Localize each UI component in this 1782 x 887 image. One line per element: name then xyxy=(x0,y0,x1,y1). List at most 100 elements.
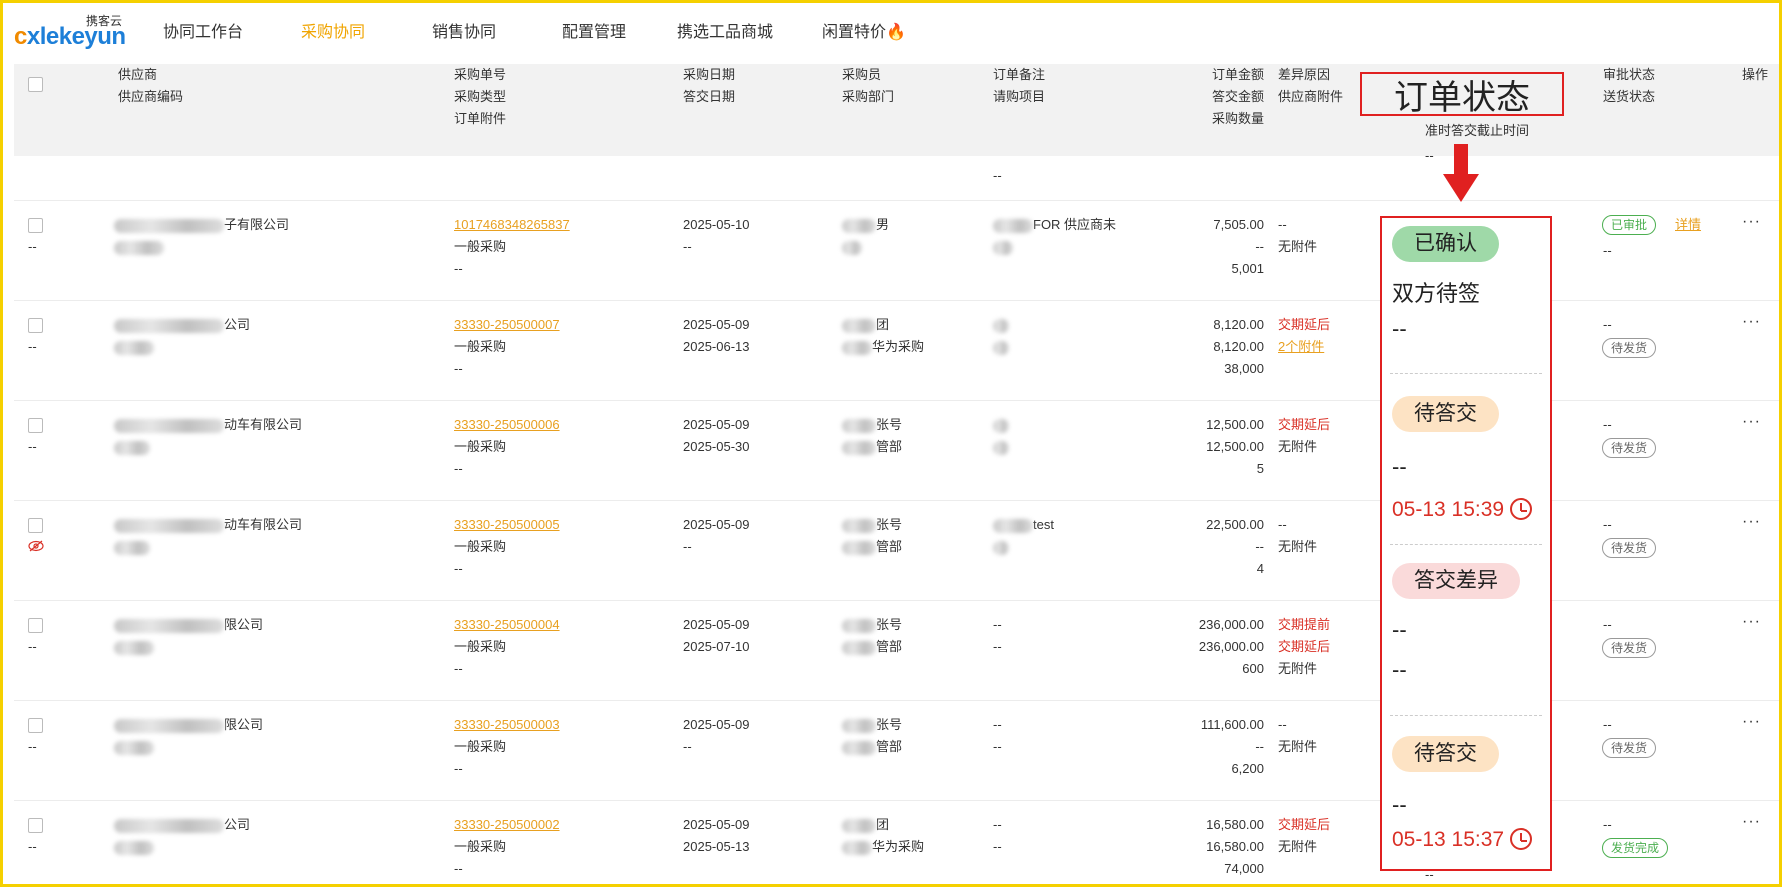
po-number-link[interactable]: 33330-250500004 xyxy=(454,614,560,636)
row-checkbox[interactable] xyxy=(28,418,43,433)
purchase-qty: 600 xyxy=(1242,661,1264,676)
supplier-code: -- xyxy=(28,439,37,454)
po-number-link[interactable]: 33330-250500002 xyxy=(454,814,560,836)
reply-date: 2025-07-10 xyxy=(683,639,750,654)
th-amount: 订单金额 答交金额 采购数量 xyxy=(1211,67,1264,126)
order-status-header: 订单状态 xyxy=(1360,72,1564,117)
nav-workbench[interactable]: 协同工作台 xyxy=(163,18,243,42)
buyer: 张号 xyxy=(842,514,902,536)
po-attachment: -- xyxy=(454,561,463,576)
buyer: 张号 xyxy=(842,714,902,736)
more-icon[interactable]: ··· xyxy=(1742,313,1761,331)
row-checkbox[interactable] xyxy=(28,218,43,233)
po-number-link[interactable]: 33330-250500006 xyxy=(454,414,560,436)
remark-blur xyxy=(993,414,1009,436)
more-icon[interactable]: ··· xyxy=(1742,413,1761,431)
supplier-attachment-link[interactable]: 2个附件 xyxy=(1278,336,1324,358)
reply-date: -- xyxy=(683,739,692,754)
th-diff: 差异原因 供应商附件 xyxy=(1278,67,1344,104)
purchase-qty: 6,200 xyxy=(1231,761,1264,776)
th-po: 采购单号 采购类型 订单附件 xyxy=(454,67,507,126)
supplier-code: -- xyxy=(28,739,37,754)
status-line: 双方待签 xyxy=(1392,281,1481,306)
po-type: 一般采购 xyxy=(454,439,507,454)
nav-idle-deals[interactable]: 闲置特价🔥 xyxy=(822,18,906,42)
supplier-code-blur xyxy=(114,836,154,858)
row-checkbox[interactable] xyxy=(28,718,43,733)
po-type: 一般采购 xyxy=(454,639,507,654)
nav-purchase[interactable]: 采购协同 xyxy=(301,18,365,42)
more-icon[interactable]: ··· xyxy=(1742,613,1761,631)
status-line: -- xyxy=(1392,792,1407,817)
order-amount: 22,500.00 xyxy=(1206,517,1264,532)
row-checkbox[interactable] xyxy=(28,318,43,333)
row-checkbox[interactable] xyxy=(28,518,43,533)
approval-status: -- xyxy=(1603,617,1612,632)
supplier-name: 子有限公司 xyxy=(114,214,289,236)
delivery-status: -- xyxy=(1603,243,1612,258)
approval-status: -- xyxy=(1603,317,1612,332)
remark: -- xyxy=(993,617,1002,632)
delivery-badge: 发货完成 xyxy=(1602,838,1669,858)
project: -- xyxy=(993,839,1002,854)
delivery-badge: 待发货 xyxy=(1602,638,1657,658)
detail-link[interactable]: 详情 xyxy=(1675,214,1701,236)
status-line: -- xyxy=(1392,657,1407,682)
status-pill: 答交差异 xyxy=(1392,563,1520,599)
po-attachment: -- xyxy=(454,661,463,676)
th-date: 采购日期 答交日期 xyxy=(683,67,736,104)
th-remark: 订单备注 请购项目 xyxy=(993,67,1046,104)
supplier-name: 动车有限公司 xyxy=(114,414,302,436)
more-icon[interactable]: ··· xyxy=(1742,813,1761,831)
status-pill: 待答交 xyxy=(1392,736,1499,772)
po-date: 2025-05-09 xyxy=(683,417,750,432)
dept: 华为采购 xyxy=(842,336,924,358)
po-date: 2025-05-09 xyxy=(683,817,750,832)
po-number-link[interactable]: 33330-250500007 xyxy=(454,314,560,336)
supplier-name: 公司 xyxy=(114,814,250,836)
supplier-name: 公司 xyxy=(114,314,250,336)
remark: FOR 供应商未 xyxy=(993,214,1116,236)
row-checkbox[interactable] xyxy=(28,818,43,833)
approval-status: -- xyxy=(1603,517,1612,532)
status-segment: 已确认 双方待签 -- xyxy=(1382,218,1550,373)
diff-reason: 交期延后 xyxy=(1278,817,1331,832)
delivery-badge: 待发货 xyxy=(1602,538,1657,558)
th-buyer: 采购员 采购部门 xyxy=(842,67,895,104)
supplier-name: 限公司 xyxy=(114,714,263,736)
nav-mall[interactable]: 携选工品商城 xyxy=(677,18,773,42)
select-all-checkbox[interactable] xyxy=(28,77,43,92)
nav-config[interactable]: 配置管理 xyxy=(562,18,626,42)
project: -- xyxy=(993,639,1002,654)
supplier-code: -- xyxy=(28,239,37,254)
dept: 管部 xyxy=(842,536,902,558)
reply-amount: -- xyxy=(1255,239,1264,254)
reply-date: 2025-05-13 xyxy=(683,839,750,854)
supplier-name: 限公司 xyxy=(114,614,263,636)
po-number-link[interactable]: 1017468348265837 xyxy=(454,214,570,236)
po-attachment: -- xyxy=(454,461,463,476)
reply-date: 2025-05-30 xyxy=(683,439,750,454)
nav-sales[interactable]: 销售协同 xyxy=(432,18,496,42)
remark: -- xyxy=(993,817,1002,832)
dept-blur xyxy=(842,236,862,258)
row-checkbox[interactable] xyxy=(28,618,43,633)
partial-remark: -- xyxy=(993,168,1002,183)
approval-badge: 已审批 xyxy=(1602,215,1657,235)
order-amount: 236,000.00 xyxy=(1198,617,1264,632)
eye-off-icon[interactable] xyxy=(28,540,44,552)
project-blur xyxy=(993,336,1009,358)
more-icon[interactable]: ··· xyxy=(1742,513,1761,531)
status-segment: 答交差异 -- -- xyxy=(1382,545,1550,715)
supplier-attachment: 无附件 xyxy=(1278,539,1318,554)
purchase-qty: 5,001 xyxy=(1231,261,1264,276)
more-icon[interactable]: ··· xyxy=(1742,213,1761,231)
diff-reason: 交期提前 xyxy=(1278,617,1331,632)
po-number-link[interactable]: 33330-250500005 xyxy=(454,514,560,536)
logo[interactable]: 携客云 cxlekeyun xyxy=(14,12,130,50)
po-attachment: -- xyxy=(454,261,463,276)
po-number-link[interactable]: 33330-250500003 xyxy=(454,714,560,736)
partial-deadline: -- xyxy=(1425,148,1434,163)
more-icon[interactable]: ··· xyxy=(1742,713,1761,731)
approval-status: -- xyxy=(1603,417,1612,432)
